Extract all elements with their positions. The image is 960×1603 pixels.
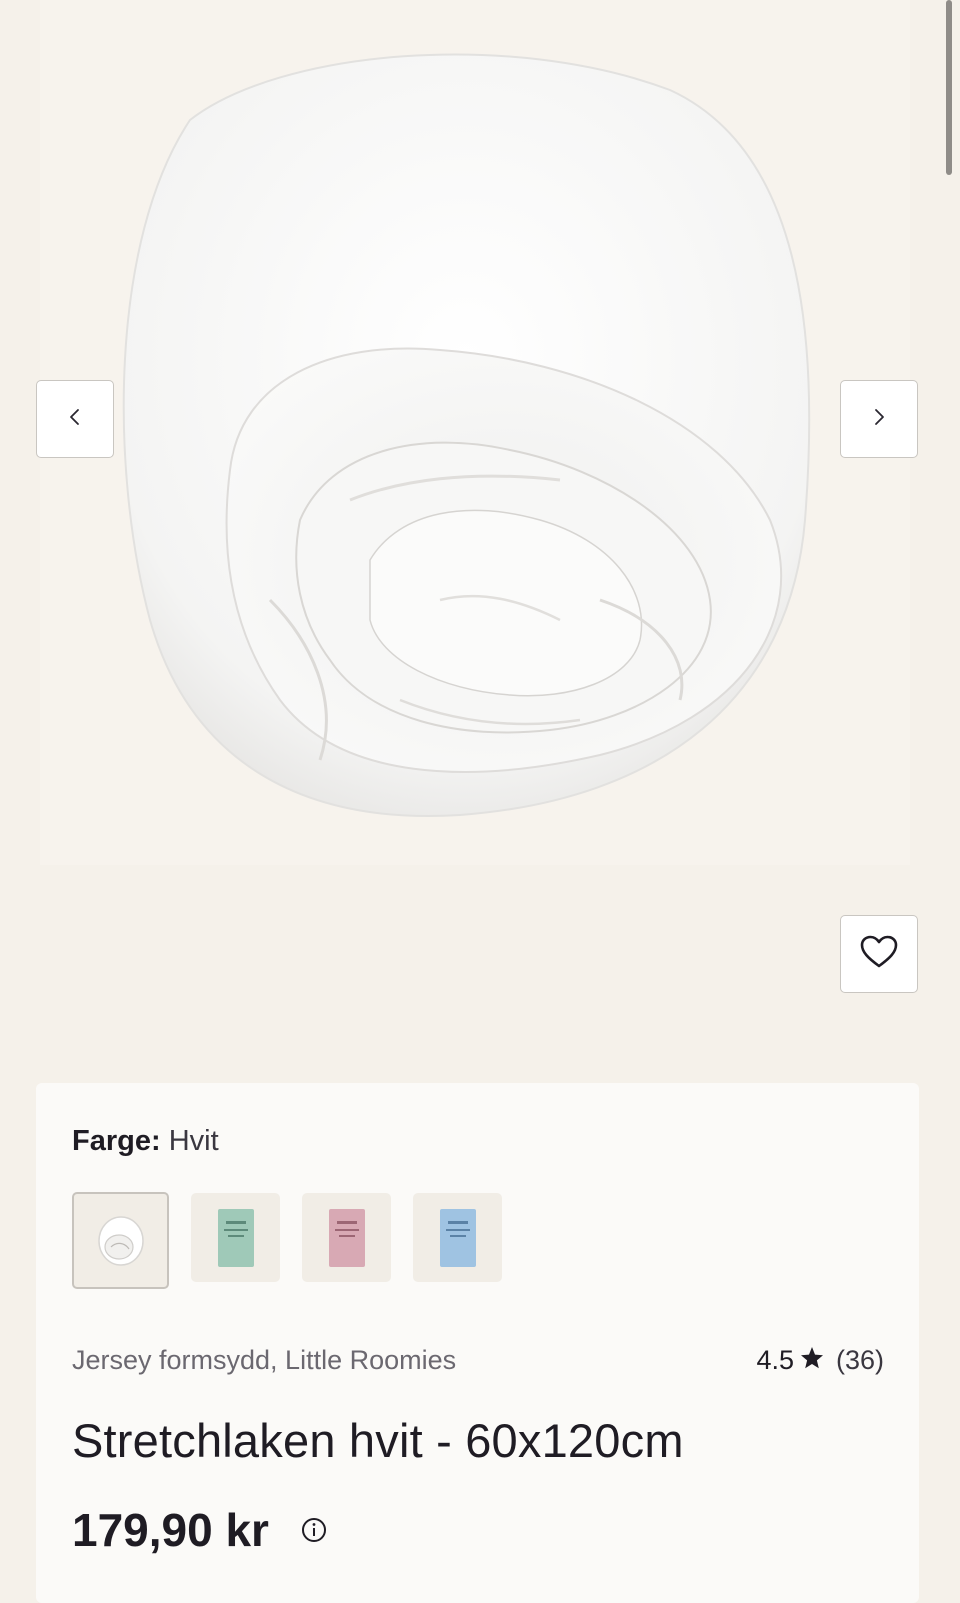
color-label-key: Farge: bbox=[72, 1125, 161, 1157]
swatch-bla-thumbnail bbox=[439, 1208, 476, 1267]
rating-count: (36) bbox=[835, 1345, 884, 1375]
swatch-gronn[interactable] bbox=[191, 1193, 280, 1282]
color-label: Farge: Hvit bbox=[72, 1125, 219, 1158]
product-title: Stretchlaken hvit - 60x120cm bbox=[72, 1414, 684, 1467]
heart-icon bbox=[860, 935, 898, 974]
rating-value: 4.5 bbox=[756, 1345, 794, 1375]
product-rating[interactable]: 4.5 (36) bbox=[756, 1345, 884, 1376]
swatch-bla[interactable] bbox=[413, 1193, 502, 1282]
product-image bbox=[40, 0, 910, 865]
swatch-rosa[interactable] bbox=[302, 1193, 391, 1282]
chevron-left-icon bbox=[68, 408, 82, 431]
star-icon bbox=[800, 1345, 824, 1376]
previous-image-button[interactable] bbox=[36, 380, 114, 458]
info-icon[interactable] bbox=[301, 1517, 327, 1543]
next-image-button[interactable] bbox=[840, 380, 918, 458]
color-swatches bbox=[72, 1192, 502, 1289]
swatch-gronn-thumbnail bbox=[217, 1208, 254, 1267]
product-info-card: Farge: Hvit Jersey formsydd, Little Room… bbox=[36, 1083, 919, 1603]
color-value: Hvit bbox=[168, 1125, 219, 1157]
product-price: 179,90 kr bbox=[72, 1504, 269, 1556]
swatch-rosa-thumbnail bbox=[328, 1208, 365, 1267]
product-brand-line: Jersey formsydd, Little Roomies bbox=[72, 1345, 457, 1375]
swatch-hvit-thumbnail bbox=[97, 1215, 144, 1266]
product-gallery bbox=[0, 0, 960, 1050]
product-meta-row: Jersey formsydd, Little Roomies 4.5 (36) bbox=[72, 1345, 884, 1376]
swatch-hvit[interactable] bbox=[72, 1192, 169, 1289]
price-row: 179,90 kr bbox=[72, 1503, 327, 1557]
favorite-button[interactable] bbox=[840, 915, 918, 993]
chevron-right-icon bbox=[872, 408, 886, 431]
